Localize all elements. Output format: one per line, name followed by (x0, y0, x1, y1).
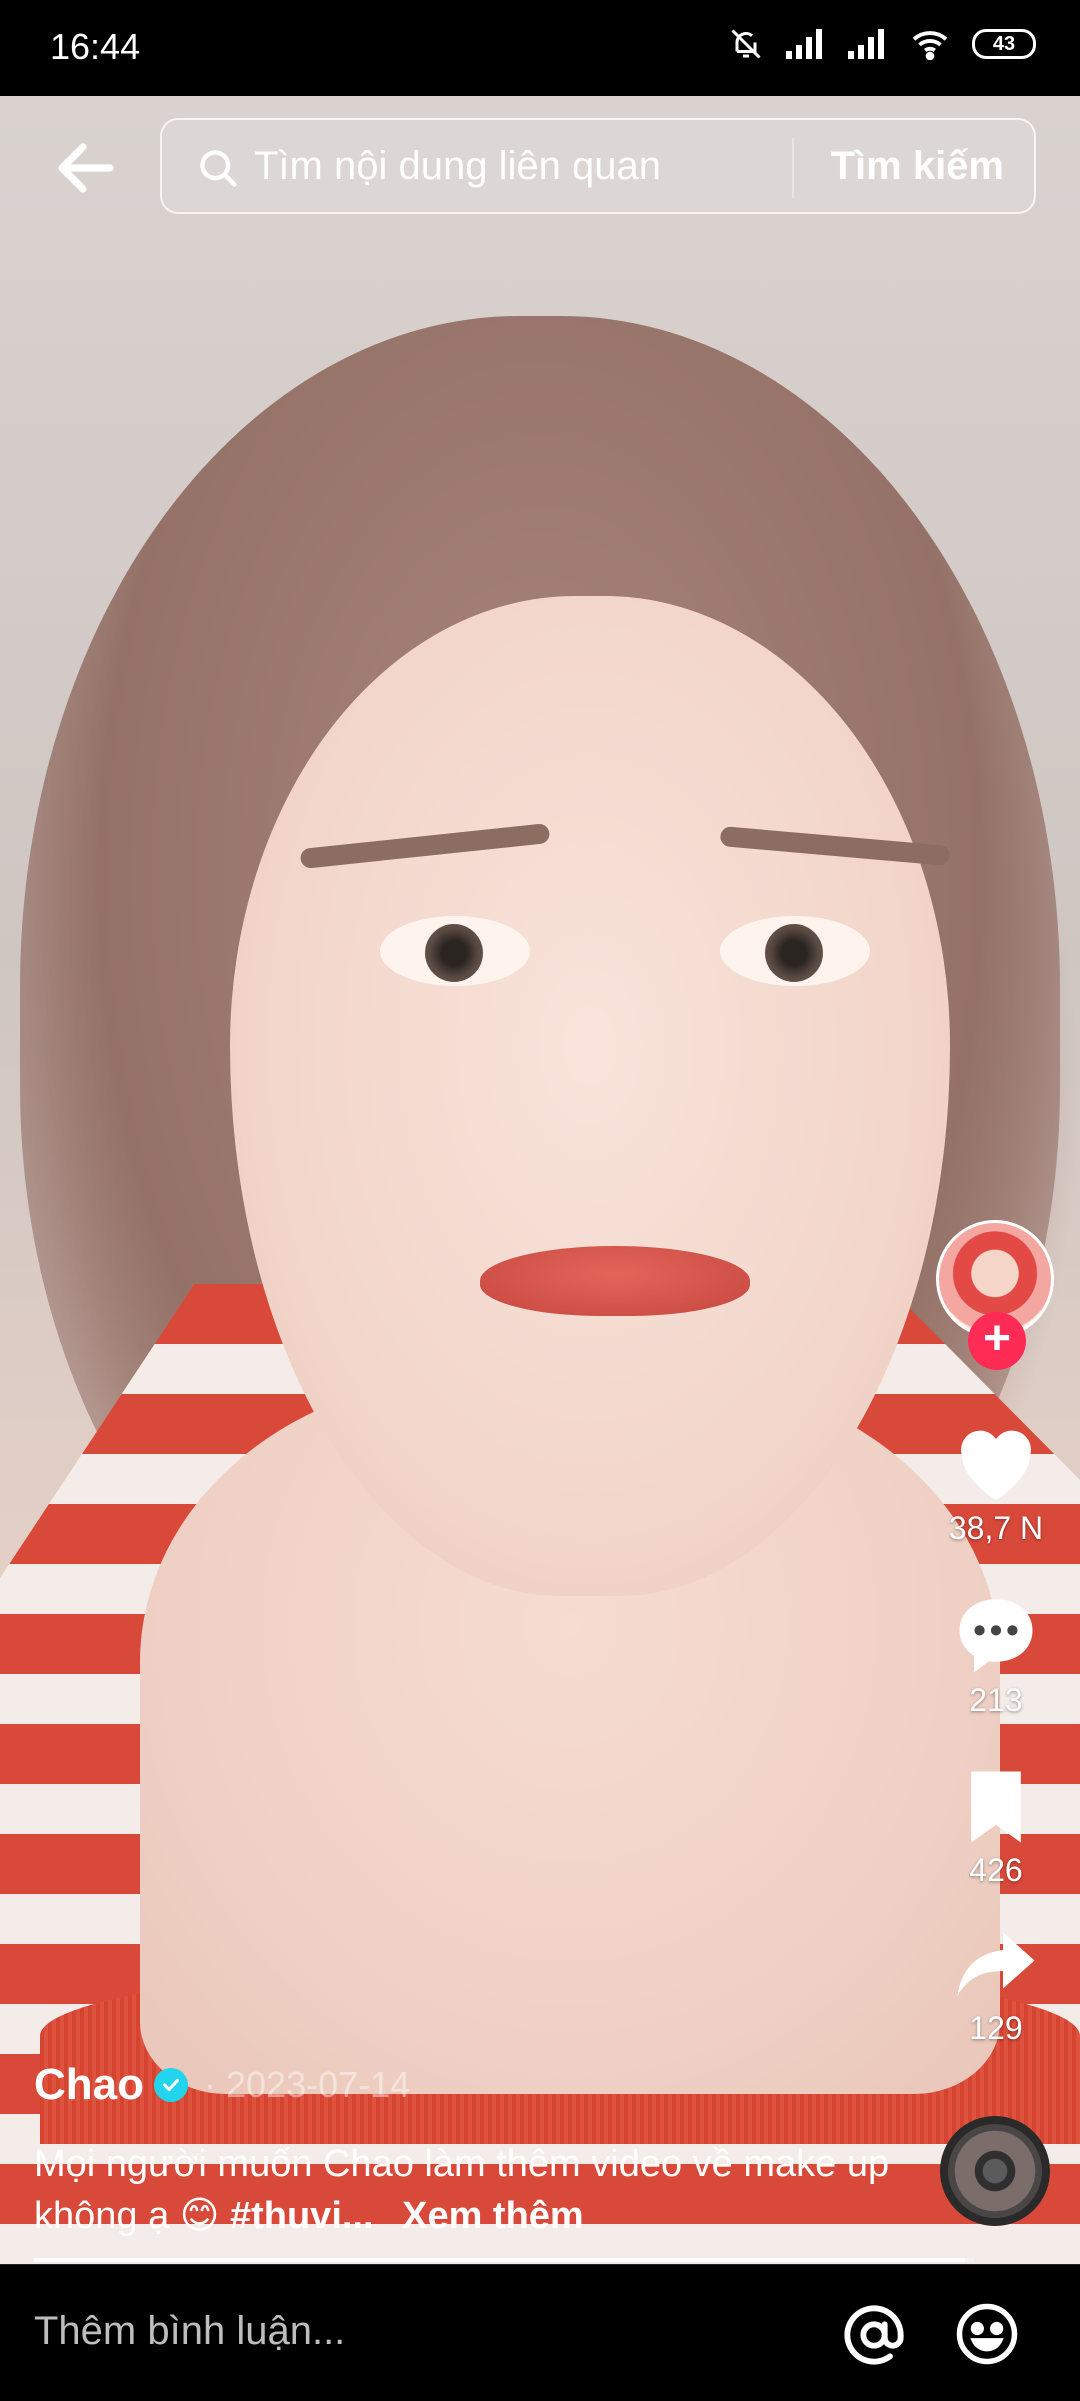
author-name[interactable]: Chao (34, 2060, 144, 2110)
battery-level: 43 (992, 32, 1016, 55)
comment-input[interactable]: Thêm bình luận... (34, 2309, 345, 2354)
search-input[interactable]: Tìm nội dung liên quan (254, 144, 661, 189)
video-eye-left (380, 916, 530, 986)
wifi-icon (912, 31, 948, 60)
heart-icon[interactable] (950, 1420, 1042, 1504)
emoji-icon[interactable] (954, 2301, 1020, 2367)
video-progress-bar[interactable] (34, 2258, 974, 2262)
search-button[interactable]: Tìm kiếm (831, 144, 1004, 189)
like-count: 38,7 N (948, 1510, 1044, 1546)
at-sign-icon[interactable] (842, 2303, 906, 2367)
author-line: Chao · 2023-07-14 (34, 2060, 410, 2110)
music-disc-icon[interactable] (940, 2116, 1050, 2226)
save-button[interactable]: 426 (940, 1768, 1052, 1889)
video-eye-right (720, 916, 870, 986)
share-arrow-icon[interactable] (954, 1924, 1038, 2004)
share-count: 129 (969, 2010, 1023, 2046)
share-button[interactable]: 129 (940, 1924, 1052, 2047)
comment-bar: Thêm bình luận... (0, 2264, 1080, 2401)
search-bar[interactable]: Tìm nội dung liên quan Tìm kiếm (160, 118, 1036, 214)
bell-muted-icon (731, 29, 761, 59)
status-time: 16:44 (50, 26, 141, 67)
signal-icon (786, 29, 822, 59)
comment-count: 213 (969, 1682, 1023, 1718)
signal-icon-2 (848, 29, 884, 59)
comment-button[interactable]: 213 (940, 1592, 1052, 1719)
comment-bubble-icon[interactable] (952, 1592, 1040, 1676)
battery-icon: 43 (972, 29, 1036, 59)
search-icon (200, 150, 237, 187)
status-icons: 43 (728, 26, 1036, 62)
see-more-link[interactable]: Xem thêm (402, 2195, 584, 2237)
hashtag-link[interactable]: #thuvi... (230, 2195, 374, 2237)
post-date: · 2023-07-14 (204, 2064, 411, 2105)
status-bar: 16:44 43 (0, 0, 1080, 96)
bookmark-icon[interactable] (961, 1768, 1031, 1846)
video-lips (480, 1246, 750, 1316)
video-caption[interactable]: Mọi người muốn Chao làm thêm video về ma… (34, 2138, 914, 2242)
save-count: 426 (969, 1852, 1023, 1888)
verified-badge-icon (154, 2068, 188, 2102)
like-button[interactable]: 38,7 N (940, 1420, 1052, 1547)
follow-button[interactable]: + (968, 1312, 1026, 1370)
creator-avatar[interactable]: + (936, 1220, 1058, 1370)
arrow-left-icon[interactable] (50, 132, 122, 204)
search-divider (792, 138, 794, 198)
video-player[interactable] (0, 96, 1080, 2264)
video-progress-fill (34, 2258, 965, 2262)
video-face-shape (230, 596, 950, 1596)
